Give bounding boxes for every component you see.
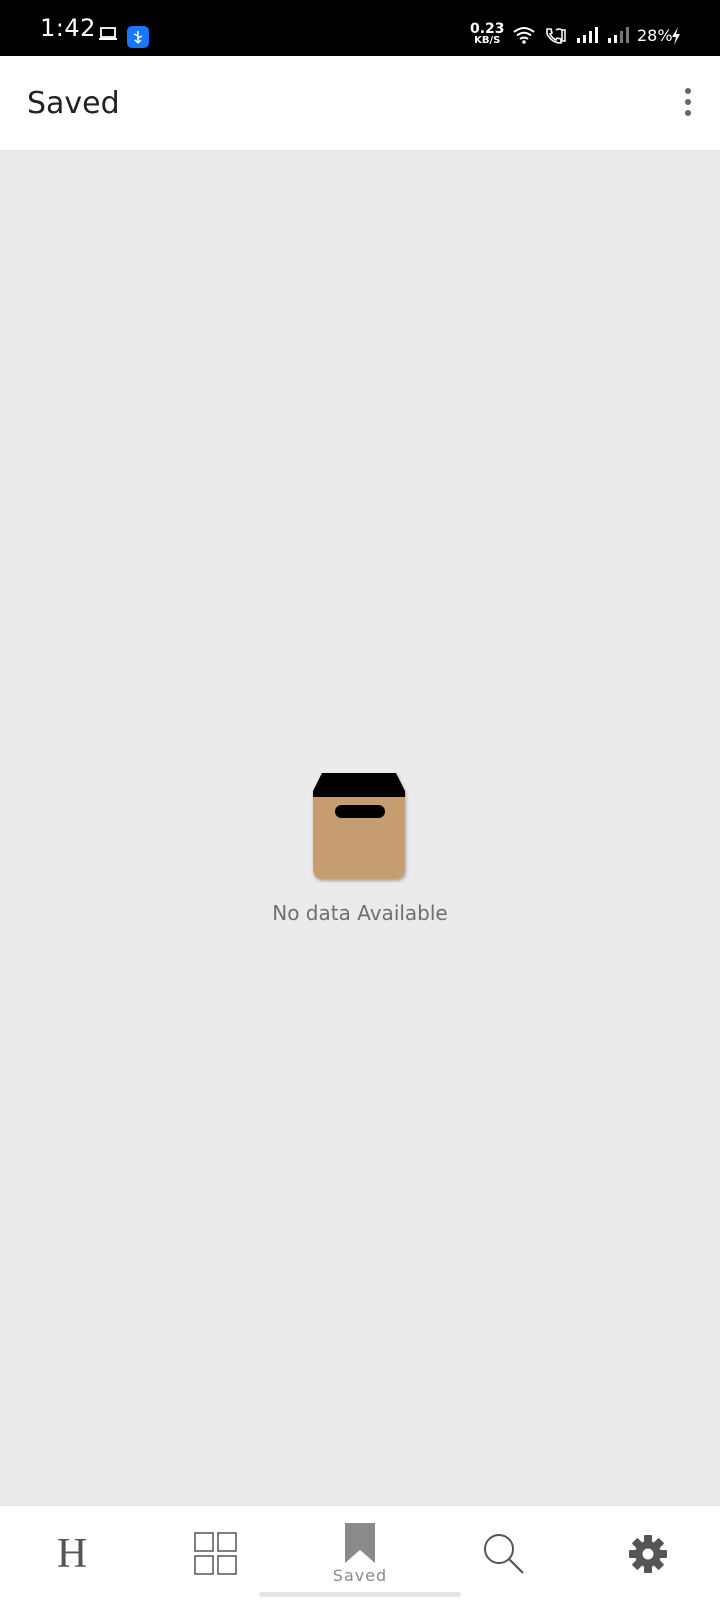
gear-icon — [629, 1534, 667, 1573]
nav-categories[interactable] — [144, 1506, 288, 1601]
nav-home[interactable]: H — [0, 1506, 144, 1601]
nav-saved-label: Saved — [332, 1566, 388, 1585]
laptop-icon — [98, 26, 118, 47]
nav-search[interactable] — [432, 1506, 576, 1601]
speed-unit: KB/S — [474, 35, 501, 46]
content-area: No data Available — [0, 151, 720, 1505]
home-indicator — [259, 1592, 461, 1597]
status-time: 1:42 — [40, 14, 96, 42]
menu-dot — [685, 88, 691, 94]
grid-icon — [194, 1531, 237, 1575]
usb-icon — [127, 26, 149, 48]
nav-saved[interactable]: Saved — [288, 1506, 432, 1601]
page-title: Saved — [27, 86, 120, 121]
empty-message: No data Available — [272, 901, 448, 925]
app-bar: Saved — [0, 56, 720, 151]
archive-box-icon — [313, 773, 405, 879]
network-speed: 0.23 KB/S — [470, 21, 505, 47]
menu-dot — [685, 110, 691, 116]
speed-value: 0.23 — [470, 21, 505, 37]
menu-dot — [685, 99, 691, 105]
more-vert-icon[interactable] — [674, 84, 702, 120]
h-letter-icon: H — [56, 1530, 88, 1577]
empty-state: No data Available — [0, 771, 720, 925]
signal-icon — [576, 26, 600, 49]
search-icon — [484, 1533, 524, 1574]
wifi-icon — [512, 26, 536, 49]
bottom-nav: H Saved — [0, 1505, 720, 1601]
battery-level: 28% — [637, 26, 673, 45]
wifi-calling-icon — [544, 26, 568, 49]
bookmark-icon — [345, 1523, 375, 1563]
signal-icon-2 — [607, 26, 631, 49]
charging-icon — [670, 26, 682, 51]
nav-settings[interactable] — [576, 1506, 720, 1601]
status-bar: 1:42 0.23 KB/S 28% — [0, 0, 720, 56]
